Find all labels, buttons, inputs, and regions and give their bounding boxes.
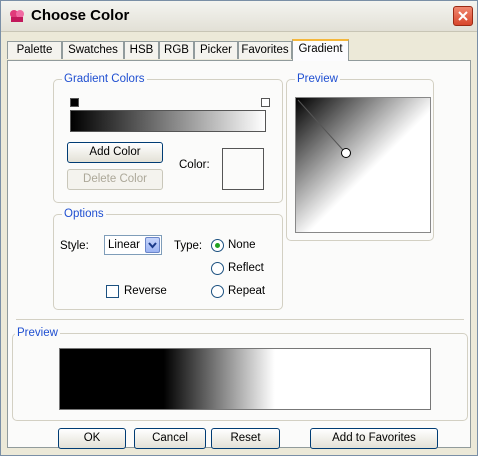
- color-label: Color:: [179, 159, 210, 171]
- gradient-tab-panel: Gradient Colors Add Color Delete Color C…: [7, 60, 471, 449]
- style-label: Style:: [60, 240, 89, 252]
- preview-large-title: Preview: [15, 326, 60, 340]
- tab-picker[interactable]: Picker: [194, 41, 238, 59]
- gradient-direction-handle[interactable]: [296, 98, 432, 234]
- gradient-preview-square[interactable]: [295, 97, 431, 233]
- gradient-stop-start[interactable]: [70, 98, 79, 107]
- reverse-label: Reverse: [124, 285, 167, 297]
- gradient-preview-bar: [59, 348, 431, 410]
- choose-color-dialog: Choose Color Palette Swatches HSB RGB Pi…: [0, 0, 478, 456]
- title-bar[interactable]: Choose Color: [1, 1, 477, 32]
- gradient-colors-title: Gradient Colors: [62, 72, 147, 86]
- tab-favorites[interactable]: Favorites: [238, 41, 292, 59]
- section-divider: [16, 319, 464, 320]
- style-select[interactable]: Linear: [104, 235, 162, 255]
- style-dropdown-button[interactable]: [145, 237, 160, 253]
- type-repeat-radio[interactable]: [211, 285, 224, 298]
- type-none-radio[interactable]: [211, 239, 224, 252]
- preview-small-group: Preview: [286, 72, 434, 241]
- type-reflect-label: Reflect: [228, 262, 264, 274]
- tab-hsb[interactable]: HSB: [124, 41, 159, 59]
- tab-gradient[interactable]: Gradient: [292, 39, 349, 61]
- type-repeat-label: Repeat: [228, 285, 266, 297]
- preview-large-group: Preview: [12, 326, 468, 421]
- add-to-favorites-button[interactable]: Add to Favorites: [310, 428, 438, 449]
- type-label: Type:: [174, 240, 203, 252]
- color-palette-icon: [10, 10, 24, 22]
- selected-color-swatch[interactable]: [222, 148, 264, 190]
- options-group: Options Style: Linear Type: None Reflect…: [53, 207, 283, 310]
- type-none-label: None: [228, 239, 256, 251]
- reset-button[interactable]: Reset: [211, 428, 280, 449]
- gradient-colors-group: Gradient Colors Add Color Delete Color C…: [53, 72, 283, 203]
- ok-button[interactable]: OK: [58, 428, 126, 449]
- add-color-button[interactable]: Add Color: [67, 142, 163, 163]
- style-select-value: Linear: [108, 239, 140, 251]
- preview-small-title: Preview: [295, 72, 340, 86]
- chevron-down-icon: [148, 242, 157, 249]
- gradient-stop-end[interactable]: [261, 98, 270, 107]
- options-title: Options: [62, 207, 106, 221]
- delete-color-button: Delete Color: [67, 169, 163, 190]
- close-button[interactable]: [453, 6, 473, 26]
- reverse-checkbox[interactable]: [106, 285, 119, 298]
- close-icon: [458, 11, 468, 21]
- tab-palette[interactable]: Palette: [7, 41, 62, 59]
- window-title: Choose Color: [31, 7, 130, 24]
- cancel-button[interactable]: Cancel: [134, 428, 206, 449]
- type-reflect-radio[interactable]: [211, 262, 224, 275]
- gradient-color-bar[interactable]: [70, 110, 266, 132]
- tab-rgb[interactable]: RGB: [159, 41, 194, 59]
- tab-swatches[interactable]: Swatches: [62, 41, 124, 59]
